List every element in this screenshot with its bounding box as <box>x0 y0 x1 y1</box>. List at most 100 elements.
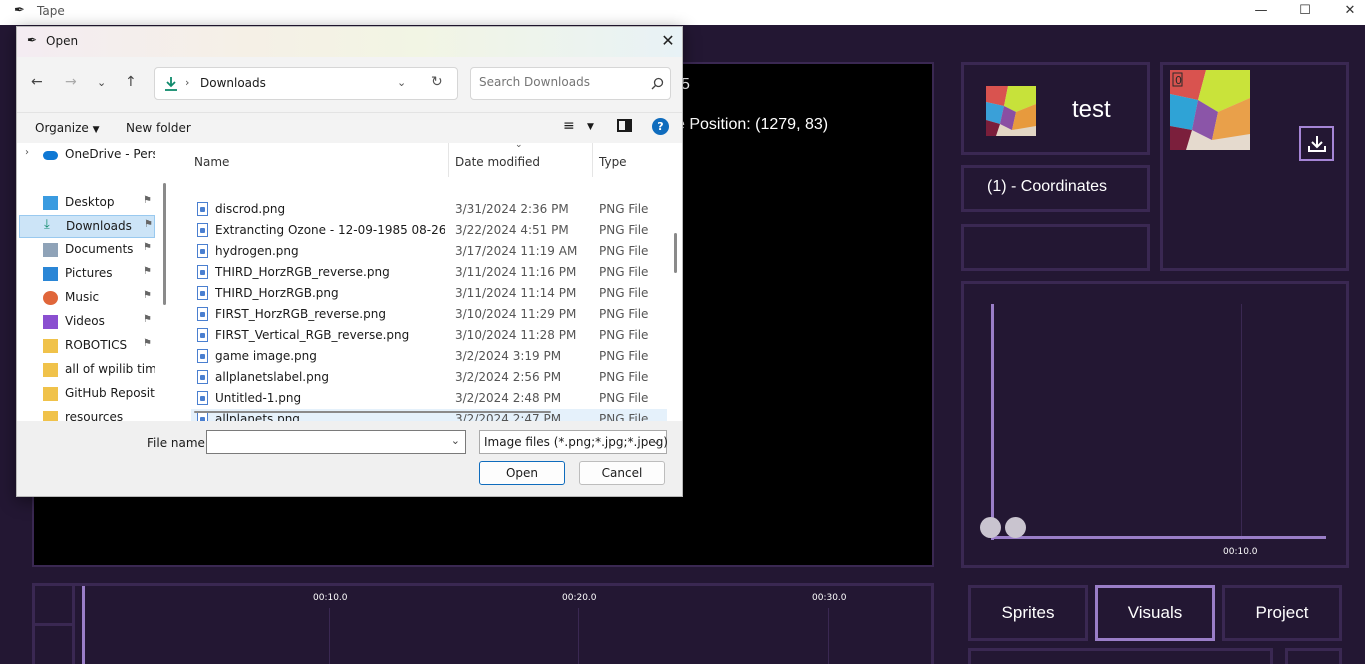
dialog-feather-icon: ✒ <box>27 33 38 47</box>
nav-item-robotics[interactable]: ROBOTICS ⚑ <box>19 335 155 358</box>
nav-label: Downloads <box>66 219 132 233</box>
close-window-icon[interactable]: ✕ <box>1327 0 1365 25</box>
tick-line <box>329 608 330 664</box>
file-date: 3/2/2024 2:56 PM <box>455 370 562 384</box>
nav-item-desktop[interactable]: Desktop ⚑ <box>19 192 155 215</box>
png-file-icon <box>197 391 208 405</box>
file-row[interactable]: THIRD_HorzRGB_reverse.png 3/11/2024 11:16… <box>191 262 667 283</box>
open-button[interactable]: Open <box>479 461 565 485</box>
main-timeline[interactable]: 00:10.0 00:20.0 00:30.0 <box>32 583 934 664</box>
nav-scrollbar-thumb[interactable] <box>163 183 166 305</box>
png-file-icon <box>197 202 208 216</box>
file-row[interactable]: hydrogen.png 3/17/2024 11:19 AM PNG File <box>191 241 667 262</box>
file-row[interactable]: THIRD_HorzRGB.png 3/11/2024 11:14 PM PNG F… <box>191 283 667 304</box>
file-row[interactable]: discrod.png 3/31/2024 2:36 PM PNG File <box>191 199 667 220</box>
file-row[interactable]: Untitled-1.png 3/2/2024 2:48 PM PNG File <box>191 388 667 409</box>
tick-line <box>828 608 829 664</box>
file-type-filter[interactable]: Image files (*.png;*.jpg;*.jpeg) ⌄ <box>479 430 668 454</box>
dialog-close-icon[interactable]: ✕ <box>657 31 679 53</box>
column-date[interactable]: Date modified <box>455 155 540 169</box>
nav-label: Pictures <box>65 266 113 280</box>
timeline-tick-label: 00:10.0 <box>1223 547 1258 557</box>
file-row[interactable]: Extrancting Ozone - 12-09-1985 08-26-13.… <box>191 220 667 241</box>
sprite-thumbnail <box>986 86 1036 136</box>
main-playhead[interactable] <box>82 586 85 664</box>
nav-item-github[interactable]: GitHub Repositories <box>19 383 155 406</box>
column-divider[interactable] <box>448 143 449 177</box>
column-name[interactable]: Name <box>194 155 229 169</box>
nav-item-pictures[interactable]: Pictures ⚑ <box>19 263 155 286</box>
help-icon[interactable]: ? <box>652 118 669 135</box>
folder-icon <box>43 387 58 401</box>
file-name-dropdown-icon[interactable]: ⌄ <box>451 434 460 447</box>
pictures-icon <box>43 267 58 281</box>
nav-item-wpilib[interactable]: all of wpilib timeline <box>19 359 155 382</box>
file-list[interactable]: Name ⌄ Date modified Type discrod.png 3/3… <box>177 140 682 421</box>
view-list-icon[interactable]: ≡ <box>563 118 575 134</box>
nav-item-videos[interactable]: Videos ⚑ <box>19 311 155 334</box>
pin-icon: ⚑ <box>143 195 152 206</box>
nav-item-downloads[interactable]: ⤓ Downloads ⚑ <box>19 215 155 238</box>
expand-chevron-icon[interactable]: › <box>25 147 29 158</box>
pin-icon: ⚑ <box>143 314 152 325</box>
column-divider[interactable] <box>592 143 593 177</box>
tab-project[interactable]: Project <box>1222 585 1342 641</box>
back-arrow-icon[interactable]: ← <box>31 74 43 90</box>
tab-visuals[interactable]: Visuals <box>1095 585 1215 641</box>
file-date: 3/31/2024 2:36 PM <box>455 202 569 216</box>
file-date: 3/2/2024 3:19 PM <box>455 349 562 363</box>
view-caret-icon[interactable]: ▼ <box>587 122 594 132</box>
documents-icon <box>43 243 58 257</box>
file-type: PNG File <box>599 370 649 384</box>
search-input[interactable] <box>479 75 639 89</box>
nav-item-onedrive[interactable]: › OneDrive - Personal <box>19 144 155 167</box>
file-name-field[interactable]: ⌄ <box>206 430 466 454</box>
path-dropdown-icon[interactable]: ⌄ <box>397 76 406 89</box>
filter-value: Image files (*.png;*.jpg;*.jpeg) <box>484 435 668 449</box>
file-row[interactable]: game image.png 3/2/2024 3:19 PM PNG File <box>191 346 667 367</box>
download-button[interactable] <box>1299 126 1334 161</box>
music-icon <box>43 291 58 305</box>
maximize-icon[interactable]: ☐ <box>1282 0 1328 25</box>
preview-pane-icon[interactable] <box>617 119 632 132</box>
minimize-icon[interactable]: — <box>1238 0 1284 25</box>
file-type: PNG File <box>599 286 649 300</box>
file-date: 3/11/2024 11:14 PM <box>455 286 577 300</box>
file-name: Untitled-1.png <box>215 391 302 405</box>
file-row[interactable]: FIRST_HorzRGB_reverse.png 3/10/2024 11:29… <box>191 304 667 325</box>
address-bar[interactable]: › Downloads ⌄ ↻ <box>154 67 458 100</box>
nav-label: all of wpilib timeline <box>65 362 155 376</box>
dialog-footer: File name: ⌄ Image files (*.png;*.jpg;*.… <box>17 411 682 496</box>
forward-arrow-icon[interactable]: → <box>65 74 77 90</box>
search-box[interactable] <box>470 67 671 100</box>
keyframe-dot[interactable] <box>1005 517 1026 538</box>
file-row[interactable]: allplanetslabel.png 3/2/2024 2:56 PM PNG F… <box>191 367 667 388</box>
nav-item-resources[interactable]: resources <box>19 407 155 421</box>
tab-sprites[interactable]: Sprites <box>968 585 1088 641</box>
timeline-playhead[interactable] <box>991 304 994 540</box>
refresh-icon[interactable]: ↻ <box>431 74 443 90</box>
nav-item-music[interactable]: Music ⚑ <box>19 287 155 310</box>
path-segment[interactable]: Downloads <box>200 76 266 90</box>
column-type[interactable]: Type <box>599 155 627 169</box>
pin-icon: ⚑ <box>143 290 152 301</box>
new-folder-button[interactable]: New folder <box>126 121 191 135</box>
videos-icon <box>43 315 58 329</box>
up-arrow-icon[interactable]: ↑ <box>125 74 137 90</box>
recent-chevron-icon[interactable]: ⌄ <box>97 76 106 89</box>
filter-dropdown-icon[interactable]: ⌄ <box>652 434 661 447</box>
organize-button[interactable]: Organize ▼ <box>35 121 100 135</box>
nav-item-documents[interactable]: Documents ⚑ <box>19 239 155 262</box>
nav-label: resources <box>65 410 124 421</box>
cancel-button[interactable]: Cancel <box>579 461 665 485</box>
onedrive-icon <box>43 151 58 160</box>
sprite-timeline-panel[interactable]: 00:10.0 <box>961 281 1349 568</box>
navigation-pane[interactable]: › OneDrive - Personal Desktop ⚑ ⤓ Downlo… <box>17 143 177 421</box>
file-vscroll-thumb[interactable] <box>674 233 677 273</box>
keyframe-dot[interactable] <box>980 517 1001 538</box>
file-name: THIRD_HorzRGB_reverse.png <box>215 265 390 279</box>
dialog-toolbar: Organize ▼ New folder ≡ ▼ ? <box>17 112 682 142</box>
file-hscroll-thumb[interactable] <box>194 411 551 413</box>
file-date: 3/11/2024 11:16 PM <box>455 265 577 279</box>
file-row[interactable]: FIRST_Vertical_RGB_reverse.png 3/10/2024 … <box>191 325 667 346</box>
